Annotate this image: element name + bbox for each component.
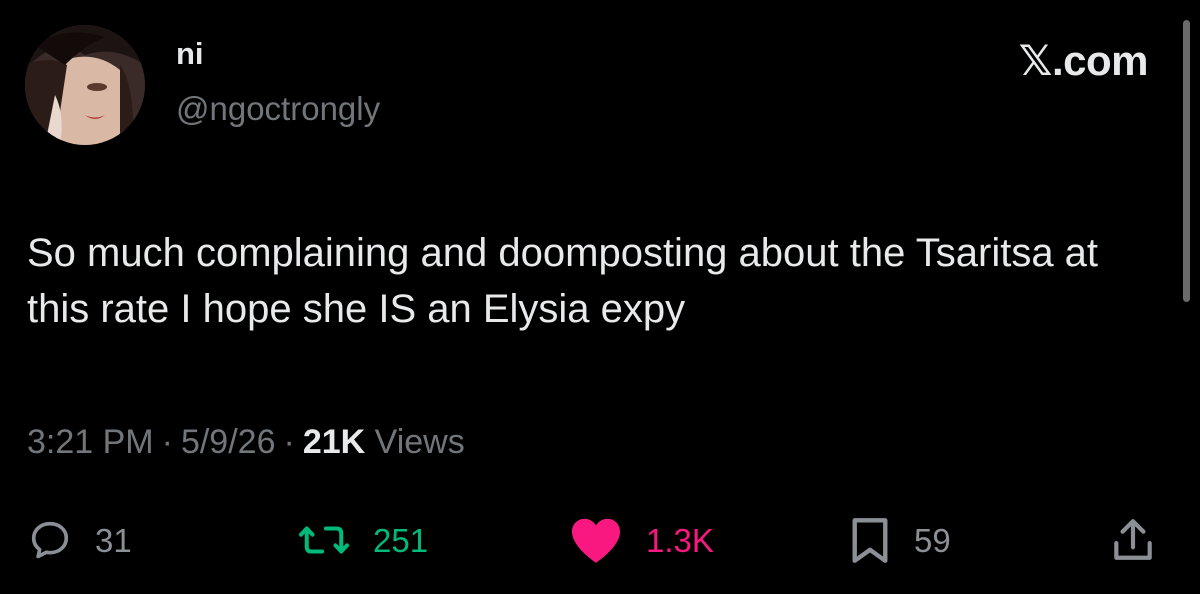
reply-count: 31: [95, 521, 132, 559]
reply-icon: [31, 521, 69, 559]
meta-separator: ·: [283, 423, 295, 461]
like-button[interactable]: 1.3K: [568, 512, 714, 568]
tweet-text: So much complaining and doomposting abou…: [27, 231, 1099, 331]
heart-icon: [572, 518, 620, 563]
like-count: 1.3K: [646, 521, 714, 559]
avatar-image: [25, 25, 145, 145]
views-count[interactable]: 21K: [303, 423, 365, 461]
bookmark-icon: [852, 518, 888, 563]
repost-button[interactable]: 251: [297, 512, 428, 568]
tweet-date[interactable]: 5/9/26: [181, 423, 276, 461]
repost-icon: [298, 526, 350, 554]
scrollbar[interactable]: [1183, 20, 1190, 302]
author-handle[interactable]: @ngoctrongly: [176, 92, 380, 125]
share-icon: [1114, 519, 1152, 560]
bookmark-button[interactable]: 59: [848, 512, 951, 568]
tweet-time[interactable]: 3:21 PM: [27, 423, 154, 461]
avatar[interactable]: [25, 25, 145, 145]
tweet-card: ni @ngoctrongly 𝕏.com So much complainin…: [0, 0, 1200, 594]
bookmark-count: 59: [914, 521, 951, 559]
meta-separator: ·: [161, 423, 173, 461]
x-logo: 𝕏.com: [1018, 37, 1149, 84]
tweet-meta: 3:21 PM · 5/9/26 · 21K Views: [27, 425, 465, 459]
repost-count: 251: [373, 521, 429, 559]
views-label: Views: [374, 423, 465, 461]
author-display-name[interactable]: ni: [176, 38, 204, 69]
reply-button[interactable]: 31: [27, 512, 132, 568]
share-button[interactable]: [1112, 512, 1154, 568]
